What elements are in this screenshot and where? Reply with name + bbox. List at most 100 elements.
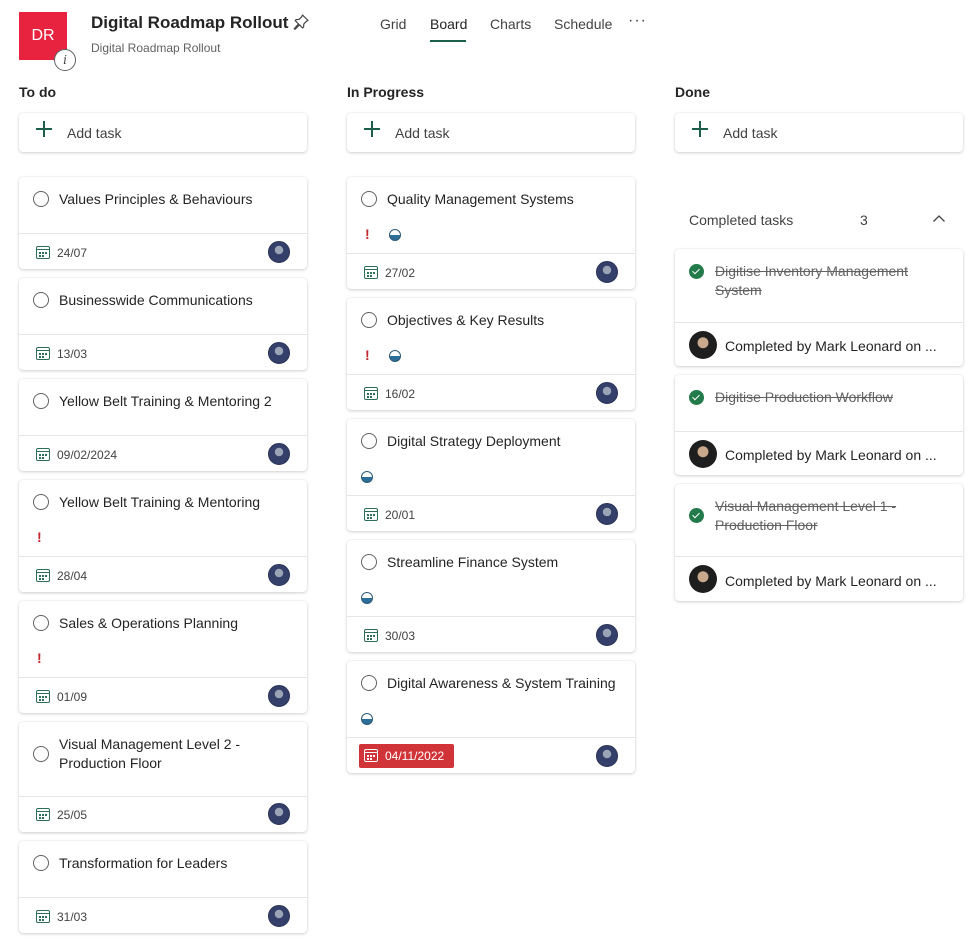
task-title: Streamline Finance System <box>387 554 559 570</box>
user-avatar <box>689 331 717 359</box>
completed-by-text: Completed by Mark Leonard on ... <box>725 338 937 354</box>
assignee-avatar[interactable] <box>596 745 618 767</box>
task-title: Digital Awareness & System Training <box>387 675 616 691</box>
task-card[interactable]: Streamline Finance System 30/03 <box>347 540 635 652</box>
complete-task-checkbox[interactable] <box>33 746 49 762</box>
calendar-icon <box>36 910 50 923</box>
plan-title: Digital Roadmap Rollout <box>91 13 289 32</box>
pin-icon[interactable] <box>292 13 310 31</box>
task-title: Quality Management Systems <box>387 191 574 207</box>
task-title: Objectives & Key Results <box>387 312 545 328</box>
task-title: Transformation for Leaders <box>59 855 228 871</box>
user-avatar <box>689 565 717 593</box>
completed-tasks-count: 3 <box>860 212 868 228</box>
info-icon[interactable]: i <box>54 49 76 71</box>
in-progress-icon <box>361 592 373 604</box>
calendar-icon <box>36 808 50 821</box>
task-card[interactable]: Quality Management Systems ! 27/02 <box>347 177 635 289</box>
in-progress-icon <box>361 471 373 483</box>
plus-icon <box>364 121 380 137</box>
completed-by-text: Completed by Mark Leonard on ... <box>725 573 937 589</box>
urgent-priority-icon: ! <box>365 347 370 363</box>
tab-charts[interactable]: Charts <box>490 16 531 32</box>
complete-task-checkbox[interactable] <box>361 433 377 449</box>
task-card[interactable]: Objectives & Key Results ! 16/02 <box>347 298 635 410</box>
active-tab-indicator <box>430 40 466 42</box>
assignee-avatar[interactable] <box>596 624 618 646</box>
plan-subtitle: Digital Roadmap Rollout <box>91 41 221 55</box>
add-task-button-in-progress[interactable]: Add task <box>347 113 635 152</box>
calendar-icon <box>364 749 378 762</box>
complete-task-checkbox[interactable] <box>33 191 49 207</box>
checkmark-icon[interactable] <box>689 264 704 279</box>
user-avatar <box>689 440 717 468</box>
task-card[interactable]: Visual Management Level 2 - Production F… <box>19 722 307 832</box>
assignee-avatar[interactable] <box>268 803 290 825</box>
assignee-avatar[interactable] <box>268 241 290 263</box>
assignee-avatar[interactable] <box>268 905 290 927</box>
tab-grid[interactable]: Grid <box>380 16 406 32</box>
assignee-avatar[interactable] <box>596 382 618 404</box>
complete-task-checkbox[interactable] <box>33 292 49 308</box>
complete-task-checkbox[interactable] <box>33 615 49 631</box>
task-title: Digitise Inventory Management System <box>715 263 908 298</box>
due-date: 01/09 <box>57 690 88 704</box>
task-card[interactable]: Yellow Belt Training & Mentoring ! 28/04 <box>19 480 307 592</box>
tab-board[interactable]: Board <box>430 16 467 32</box>
assignee-avatar[interactable] <box>268 443 290 465</box>
in-progress-icon <box>389 229 401 241</box>
checkmark-icon[interactable] <box>689 390 704 405</box>
assignee-avatar[interactable] <box>268 564 290 586</box>
complete-task-checkbox[interactable] <box>33 393 49 409</box>
calendar-icon <box>36 690 50 703</box>
task-card[interactable]: Yellow Belt Training & Mentoring 2 09/02… <box>19 379 307 471</box>
task-title: Digital Strategy Deployment <box>387 433 561 449</box>
urgent-priority-icon: ! <box>365 226 370 242</box>
task-card[interactable]: Sales & Operations Planning ! 01/09 <box>19 601 307 713</box>
task-card[interactable]: Digital Awareness & System Training 04/1… <box>347 661 635 773</box>
due-date: 04/11/2022 <box>385 749 445 763</box>
completed-tasks-toggle[interactable]: Completed tasks <box>689 212 793 228</box>
task-title: Yellow Belt Training & Mentoring 2 <box>59 393 272 409</box>
in-progress-icon <box>361 713 373 725</box>
completed-by-text: Completed by Mark Leonard on ... <box>725 447 937 463</box>
task-card[interactable]: Values Principles & Behaviours 24/07 <box>19 177 307 269</box>
column-title-done: Done <box>675 84 710 100</box>
task-title: Values Principles & Behaviours <box>59 191 253 207</box>
tab-schedule[interactable]: Schedule <box>554 16 612 32</box>
calendar-icon <box>364 629 378 642</box>
completed-task-card[interactable]: Visual Management Level 1 - Production F… <box>675 484 963 601</box>
assignee-avatar[interactable] <box>268 342 290 364</box>
task-title: Visual Management Level 2 - Production F… <box>59 736 241 771</box>
due-date: 30/03 <box>385 629 416 643</box>
calendar-icon <box>36 448 50 461</box>
assignee-avatar[interactable] <box>268 685 290 707</box>
complete-task-checkbox[interactable] <box>33 855 49 871</box>
calendar-icon <box>36 347 50 360</box>
due-date: 28/04 <box>57 569 88 583</box>
more-options-icon[interactable]: ··· <box>628 12 647 30</box>
task-card[interactable]: Businesswide Communications 13/03 <box>19 278 307 370</box>
complete-task-checkbox[interactable] <box>361 554 377 570</box>
complete-task-checkbox[interactable] <box>361 191 377 207</box>
checkmark-icon[interactable] <box>689 508 704 523</box>
task-title: Visual Management Level 1 - Production F… <box>715 498 897 533</box>
due-date: 16/02 <box>385 387 416 401</box>
chevron-up-icon[interactable] <box>932 212 946 226</box>
add-task-button-done[interactable]: Add task <box>675 113 963 152</box>
task-title: Digitise Production Workflow <box>715 389 893 405</box>
completed-task-card[interactable]: Digitise Production Workflow Completed b… <box>675 375 963 475</box>
complete-task-checkbox[interactable] <box>361 675 377 691</box>
task-card[interactable]: Digital Strategy Deployment 20/01 <box>347 419 635 531</box>
add-task-button-todo[interactable]: Add task <box>19 113 307 152</box>
completed-task-card[interactable]: Digitise Inventory Management System Com… <box>675 249 963 366</box>
due-date: 09/02/2024 <box>57 448 118 462</box>
overdue-date-badge: 04/11/2022 <box>359 744 454 768</box>
column-title-todo: To do <box>19 84 57 100</box>
complete-task-checkbox[interactable] <box>361 312 377 328</box>
assignee-avatar[interactable] <box>596 261 618 283</box>
task-card[interactable]: Transformation for Leaders 31/03 <box>19 841 307 933</box>
calendar-icon <box>364 266 378 279</box>
complete-task-checkbox[interactable] <box>33 494 49 510</box>
assignee-avatar[interactable] <box>596 503 618 525</box>
